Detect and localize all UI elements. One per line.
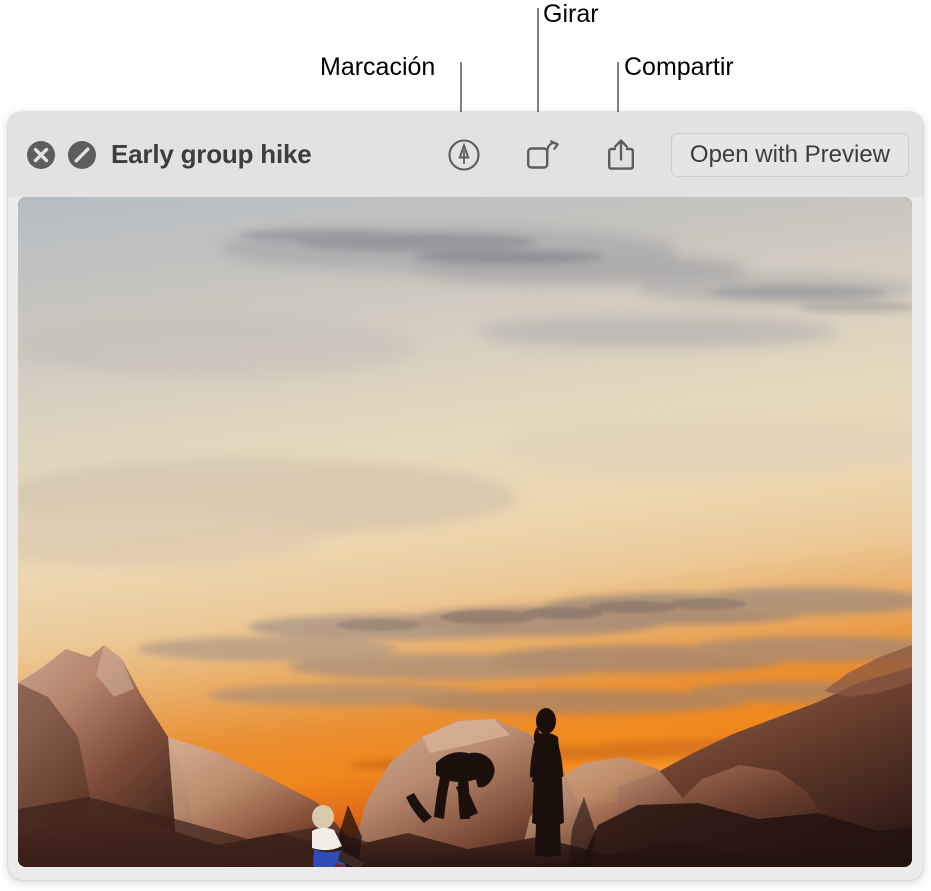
quicklook-photo xyxy=(18,197,912,867)
callout-label-marcacion: Marcación xyxy=(320,53,436,81)
share-arrow-up-icon[interactable] xyxy=(605,137,637,173)
callout-label-compartir: Compartir xyxy=(624,53,734,81)
callout-label-girar: Girar xyxy=(543,0,599,28)
quicklook-window: Early group hike Open with Preview xyxy=(8,112,923,880)
quicklook-fullscreen-icon[interactable] xyxy=(67,140,97,170)
quicklook-toolbar: Early group hike Open with Preview xyxy=(8,112,923,197)
close-circle-icon[interactable] xyxy=(26,140,56,170)
markup-pen-icon[interactable] xyxy=(447,138,481,172)
open-with-preview-button[interactable]: Open with Preview xyxy=(670,132,909,177)
quicklook-title: Early group hike xyxy=(111,139,312,169)
rotate-left-icon[interactable] xyxy=(525,138,561,172)
